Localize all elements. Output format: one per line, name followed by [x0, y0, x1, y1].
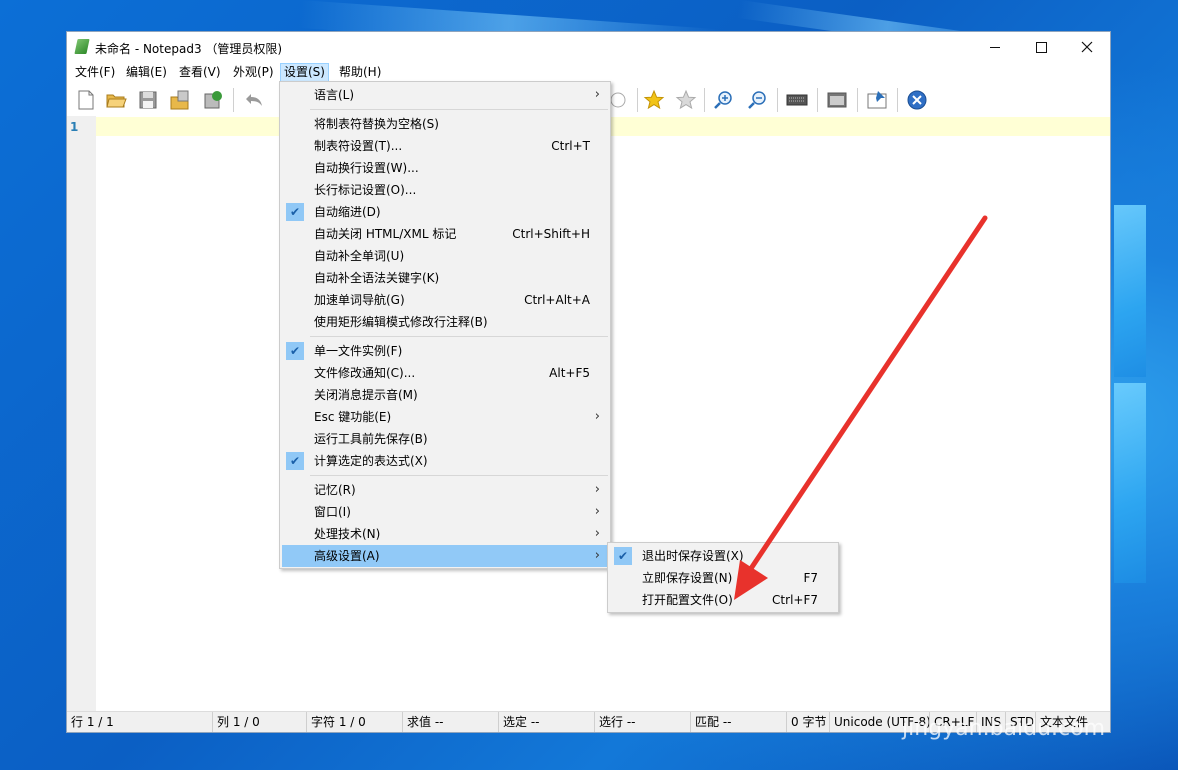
watermark-brand: Bai: [900, 662, 972, 708]
paw-icon: [972, 640, 1012, 662]
watermark-cn: 经验: [1040, 674, 1105, 712]
arrow-shaft: [747, 215, 988, 573]
watermark-url: jingyan.baidu.com: [902, 716, 1106, 741]
